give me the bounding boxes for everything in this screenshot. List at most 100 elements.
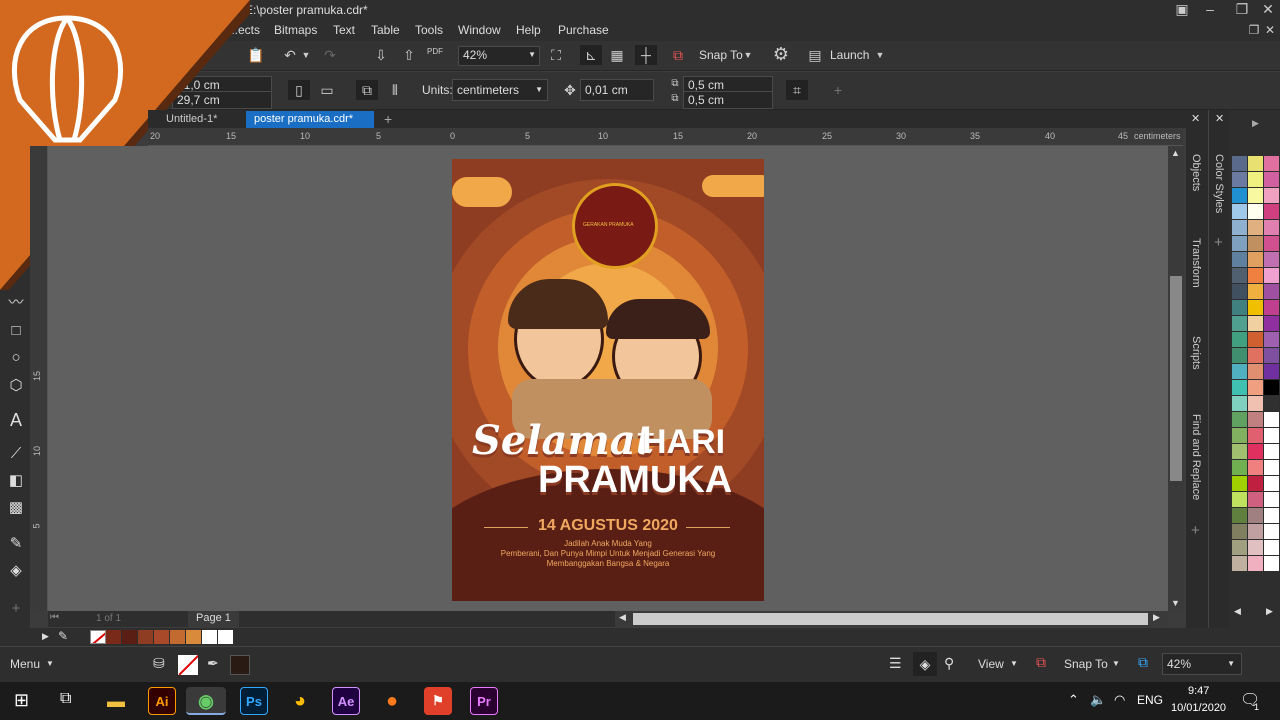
palette-swatch[interactable] (1248, 156, 1263, 171)
menu-help[interactable]: Help (516, 23, 541, 37)
snap-to-button[interactable]: Snap To (699, 48, 743, 62)
add-icon[interactable]: + (828, 80, 848, 100)
outline-pen-icon[interactable]: ✒ (207, 655, 219, 672)
palette-swatch[interactable] (1264, 524, 1279, 539)
menu-bitmaps[interactable]: Bitmaps (274, 23, 317, 37)
vertical-scrollbar[interactable]: ▲ ▼ (1168, 146, 1184, 611)
palette-swatch[interactable] (1264, 380, 1279, 395)
launch-icon[interactable]: ▤ (805, 45, 825, 65)
document-palette-swatch[interactable] (218, 630, 233, 644)
palette-swatch[interactable] (1248, 268, 1263, 283)
palette-swatch[interactable] (1248, 492, 1263, 507)
all-pages-icon[interactable]: ⧉ (356, 80, 378, 100)
task-view-icon[interactable]: ⧉ (60, 690, 71, 708)
zoom-level-field[interactable]: 42% ▼ (458, 46, 540, 66)
guidelines-icon[interactable]: ┼ (635, 45, 657, 65)
volume-icon[interactable]: 🔈 (1090, 692, 1106, 708)
palette-scroll-right-icon[interactable]: ▶ (1266, 606, 1273, 617)
vertical-scroll-thumb[interactable] (1170, 276, 1182, 481)
status-snap-to-button[interactable]: Snap To (1064, 657, 1108, 671)
palette-swatch[interactable] (1264, 396, 1279, 411)
palette-swatch[interactable] (1232, 172, 1247, 187)
document-palette-swatch[interactable] (154, 630, 169, 644)
outline-color-swatch[interactable] (230, 655, 250, 675)
add-tool-icon[interactable]: + (6, 599, 26, 619)
palette-swatch[interactable] (1248, 508, 1263, 523)
menu-purchase[interactable]: Purchase (558, 23, 609, 37)
add-docker-icon[interactable]: + (1214, 234, 1223, 251)
palette-swatch[interactable] (1264, 236, 1279, 251)
palette-swatch[interactable] (1232, 540, 1247, 555)
palette-swatch[interactable] (1232, 476, 1247, 491)
docker-tab-scripts[interactable]: Scripts (1190, 336, 1202, 370)
palette-swatch[interactable] (1248, 540, 1263, 555)
palette-swatch[interactable] (1248, 476, 1263, 491)
snap-off-icon[interactable]: ⧉ (668, 45, 688, 65)
palette-swatch[interactable] (1264, 556, 1279, 571)
scroll-left-icon[interactable]: ◀ (619, 612, 626, 623)
palette-swatch[interactable] (1248, 332, 1263, 347)
after-effects-icon[interactable]: Ae (332, 687, 360, 715)
windows-start-icon[interactable]: ⊞ (14, 690, 29, 711)
poster-page[interactable]: GERAKAN PRAMUKA Selamat HARI PRAMUKA 14 … (452, 159, 764, 601)
drop-shadow-icon[interactable]: ◧ (6, 471, 26, 491)
scroll-up-icon[interactable]: ▲ (1171, 148, 1180, 158)
palette-swatch[interactable] (1248, 348, 1263, 363)
close-docker-icon[interactable]: ✕ (1191, 112, 1200, 125)
doc-restore-button[interactable]: ❐ (1244, 20, 1264, 40)
palette-scroll-left-icon[interactable]: ◀ (1234, 606, 1241, 617)
parallel-dimension-icon[interactable]: ⟋ (6, 444, 26, 464)
options-gear-icon[interactable]: ⚙ (770, 44, 792, 64)
doc-close-button[interactable]: ✕ (1262, 20, 1278, 40)
palette-swatch[interactable] (1264, 348, 1279, 363)
palette-swatch[interactable] (1264, 172, 1279, 187)
palette-swatch[interactable] (1248, 556, 1263, 571)
palette-swatch[interactable] (1248, 364, 1263, 379)
vertical-ruler[interactable]: 5 10 15 (30, 146, 48, 611)
premiere-icon[interactable]: Pr (470, 687, 498, 715)
rectangle-tool-icon[interactable]: □ (6, 321, 26, 341)
status-menu-button[interactable]: Menu (10, 657, 40, 671)
palette-swatch[interactable] (1248, 252, 1263, 267)
palette-swatch[interactable] (1264, 252, 1279, 267)
palette-swatch[interactable] (1264, 316, 1279, 331)
docker-tab-find-replace[interactable]: Find and Replace (1190, 414, 1202, 500)
palette-swatch[interactable] (1232, 300, 1247, 315)
restore-button[interactable]: ❐ (1232, 0, 1252, 19)
language-indicator[interactable]: ENG (1137, 693, 1163, 707)
text-tool-icon[interactable]: A (6, 410, 26, 430)
snap-off-icon[interactable]: ⧉ (1036, 654, 1046, 671)
fill-none-swatch[interactable] (178, 655, 198, 675)
palette-swatch[interactable] (1264, 444, 1279, 459)
palette-swatch[interactable] (1248, 460, 1263, 475)
palette-swatch[interactable] (1232, 492, 1247, 507)
palette-swatch[interactable] (1232, 284, 1247, 299)
align-icon[interactable]: ☰ (889, 655, 902, 672)
palette-swatch[interactable] (1264, 364, 1279, 379)
chrome-icon[interactable]: ◕ (286, 687, 314, 715)
palette-swatch[interactable] (1232, 236, 1247, 251)
wifi-icon[interactable]: ◠ (1114, 692, 1125, 708)
coreldraw-taskbar-icon[interactable]: ◉ (186, 687, 226, 715)
menu-text[interactable]: Text (333, 23, 355, 37)
palette-swatch[interactable] (1232, 524, 1247, 539)
horizontal-scroll-thumb[interactable] (633, 613, 1148, 625)
chevron-down-icon[interactable]: ▼ (742, 45, 754, 65)
palette-swatch[interactable] (1232, 396, 1247, 411)
palette-swatch[interactable] (1248, 204, 1263, 219)
publish-pdf-icon[interactable]: PDF (427, 47, 443, 56)
photoshop-icon[interactable]: Ps (240, 687, 268, 715)
fill-tool-icon[interactable]: ⛁ (153, 655, 165, 672)
show-hidden-icons[interactable]: ⌃ (1068, 692, 1079, 708)
docker-tab-transform[interactable]: Transform (1190, 238, 1202, 288)
palette-swatch[interactable] (1232, 444, 1247, 459)
palette-swatch[interactable] (1232, 188, 1247, 203)
rulers-toggle-icon[interactable]: ⊾ (580, 45, 602, 65)
palette-swatch[interactable] (1248, 284, 1263, 299)
freehand-tool-icon[interactable]: 〰 (6, 293, 26, 313)
palette-swatch[interactable] (1232, 460, 1247, 475)
status-zoom-field[interactable]: 42% ▼ (1162, 653, 1242, 675)
app-options-icon[interactable]: ▣ (1172, 0, 1192, 19)
palette-menu-icon[interactable]: ▶ (1252, 118, 1259, 129)
transparency-icon[interactable]: ▩ (6, 498, 26, 518)
